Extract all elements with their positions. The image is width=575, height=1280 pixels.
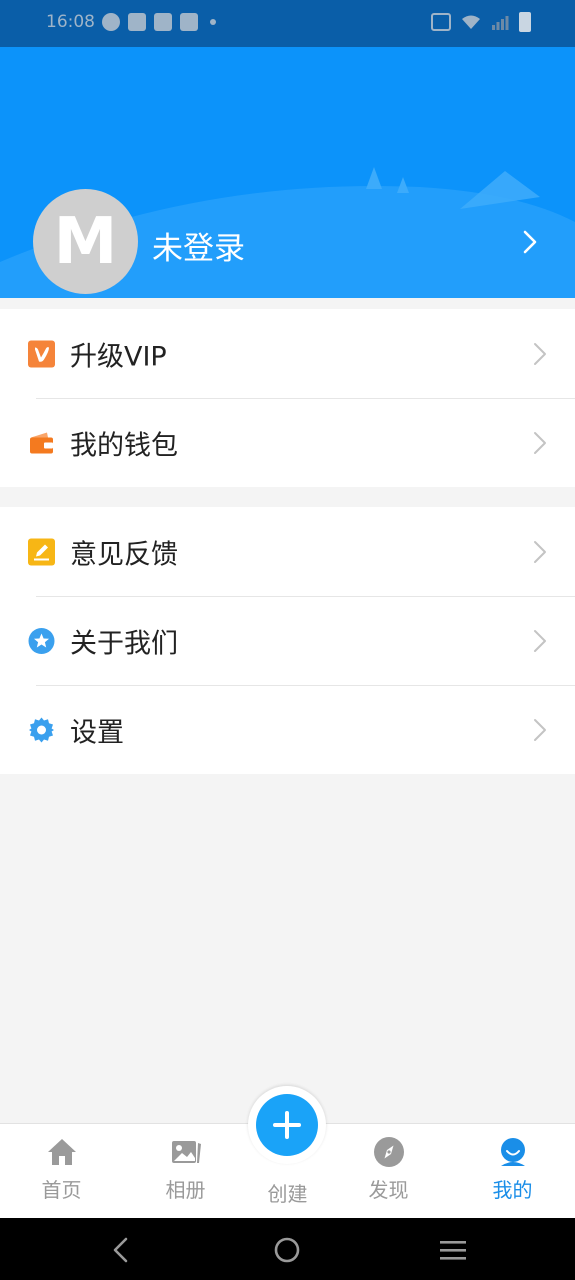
menu-item-label: 设置 — [70, 717, 124, 748]
user-icon — [500, 1138, 525, 1166]
mail-icon — [180, 13, 198, 31]
compass-icon — [373, 1137, 404, 1167]
tab-label: 相册 — [165, 1178, 206, 1202]
home-circle-icon[interactable] — [271, 1234, 303, 1266]
system-navigation-bar — [0, 1218, 575, 1280]
menu-item-upgrade-vip[interactable]: 升级VIP — [0, 309, 575, 398]
chevron-right-icon — [534, 629, 546, 652]
star-badge-icon — [28, 627, 55, 654]
system-status-icons — [431, 12, 531, 32]
chevron-right-icon — [534, 718, 546, 741]
plus-icon — [273, 1111, 301, 1139]
gear-icon — [28, 716, 55, 743]
tab-home[interactable]: 首页 — [4, 1124, 119, 1219]
album-icon — [171, 1141, 201, 1163]
menu-item-settings[interactable]: 设置 — [0, 685, 575, 774]
status-bar: 16:08 — [0, 0, 575, 47]
menu-item-about-us[interactable]: 关于我们 — [0, 596, 575, 685]
menu-icon[interactable] — [437, 1234, 469, 1266]
chevron-right-icon[interactable] — [521, 229, 539, 255]
menu-group-account: 升级VIP 我的钱包 — [0, 309, 575, 487]
battery-icon — [519, 12, 531, 32]
activity-icon — [102, 13, 120, 31]
tab-label: 首页 — [41, 1178, 82, 1202]
create-button[interactable] — [256, 1094, 318, 1156]
feedback-icon — [28, 538, 55, 565]
mail-icon — [154, 13, 172, 31]
signal-icon — [492, 16, 509, 30]
status-time: 16:08 — [46, 12, 95, 32]
back-icon[interactable] — [106, 1234, 138, 1266]
mail-icon — [128, 13, 146, 31]
notification-icons — [102, 13, 216, 31]
chevron-right-icon — [534, 540, 546, 563]
menu-item-wallet[interactable]: 我的钱包 — [0, 398, 575, 487]
chevron-right-icon — [534, 342, 546, 365]
vip-icon — [28, 340, 55, 367]
profile-header[interactable]: M 未登录 — [0, 47, 575, 298]
tab-label: 发现 — [368, 1178, 409, 1202]
wallet-icon — [28, 429, 55, 456]
tab-discover[interactable]: 发现 — [331, 1124, 446, 1219]
vibrate-icon — [431, 13, 451, 31]
tab-mine[interactable]: 我的 — [455, 1124, 570, 1219]
tab-label-create: 创建 — [267, 1182, 308, 1206]
wifi-icon — [462, 15, 480, 29]
tab-label: 我的 — [492, 1178, 533, 1202]
login-status[interactable]: 未登录 — [152, 223, 245, 268]
menu-group-general: 意见反馈 关于我们 设置 — [0, 507, 575, 774]
menu-item-label: 关于我们 — [70, 628, 178, 659]
avatar[interactable]: M — [33, 189, 138, 294]
menu-item-label: 意见反馈 — [70, 539, 178, 570]
menu-item-label: 我的钱包 — [70, 430, 178, 461]
chevron-right-icon — [534, 431, 546, 454]
tab-album[interactable]: 相册 — [128, 1124, 243, 1219]
menu-item-feedback[interactable]: 意见反馈 — [0, 507, 575, 596]
home-icon — [47, 1139, 76, 1165]
dot-icon — [210, 19, 216, 25]
menu-item-label: 升级VIP — [70, 341, 167, 372]
